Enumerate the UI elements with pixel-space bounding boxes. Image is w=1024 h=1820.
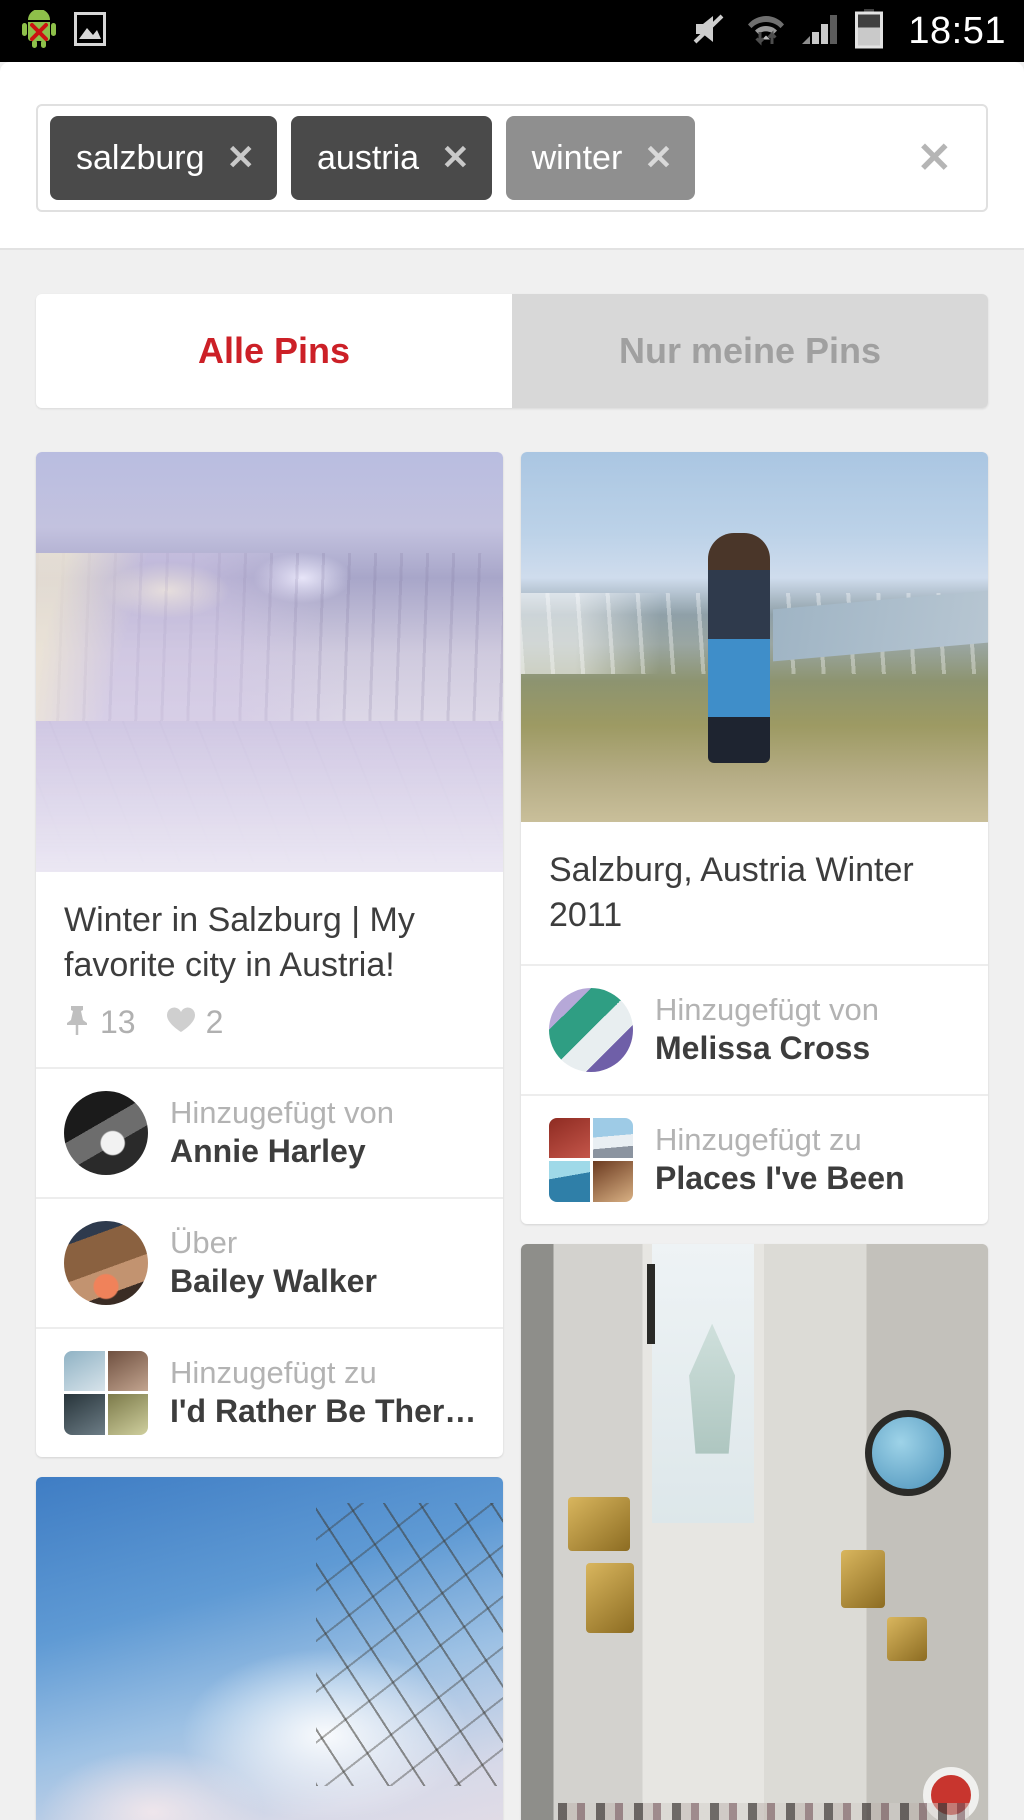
pin-grid-column-right: Salzburg, Austria Winter 2011 Hinzugefüg… (521, 452, 988, 1820)
attribution-kicker: Hinzugefügt zu (655, 1122, 862, 1158)
pin-title: Winter in Salzburg | My favorite city in… (64, 901, 415, 984)
attribution-texts: Hinzugefügt zu I'd Rather Be Ther… (170, 1354, 475, 1431)
pin-attribution-about[interactable]: Über Bailey Walker (36, 1196, 503, 1327)
guild-sign-shape (887, 1616, 928, 1661)
repin-count: 13 (100, 1003, 136, 1040)
pins-filter-tabs: Alle Pins Nur meine Pins (36, 294, 988, 408)
repin-stat: 13 (64, 1004, 136, 1041)
attribution-texts: Hinzugefügt zu Places I've Been (655, 1121, 960, 1198)
heart-icon (166, 1006, 196, 1039)
person-shape (707, 533, 770, 763)
pin-title: Salzburg, Austria Winter 2011 (549, 851, 914, 934)
like-count: 2 (205, 1003, 224, 1040)
pin-image-salzburg-viewpoint[interactable] (521, 452, 988, 822)
status-bar-system-icons: 18:51 (692, 8, 1006, 54)
guild-sign-shape (841, 1550, 886, 1609)
search-chip-label: winter (531, 139, 623, 177)
pin-attribution-added-by[interactable]: Hinzugefügt von Melissa Cross (521, 963, 988, 1094)
battery-icon (854, 8, 884, 54)
pin-card[interactable]: Winter in Salzburg | My favorite city in… (36, 452, 503, 1457)
pin-grid-column-left: Winter in Salzburg | My favorite city in… (36, 452, 503, 1820)
search-chip-winter[interactable]: winter ✕ (505, 116, 695, 200)
gallery-image-icon (74, 11, 106, 51)
avatar[interactable] (549, 987, 633, 1072)
guild-sign-shape (586, 1563, 635, 1634)
board-name: Places I've Been (655, 1160, 905, 1197)
attribution-texts: Hinzugefügt von Annie Harley (170, 1094, 475, 1171)
attribution-name: Bailey Walker (170, 1263, 377, 1300)
avatar[interactable] (64, 1220, 148, 1305)
attribution-kicker: Hinzugefügt zu (170, 1355, 377, 1391)
board-name: I'd Rather Be Ther… (170, 1393, 475, 1430)
close-icon[interactable]: ✕ (227, 141, 256, 175)
tabs-region: Alle Pins Nur meine Pins (0, 250, 1024, 408)
search-chip-label: austria (317, 139, 420, 177)
guild-sign-shape (567, 1496, 630, 1551)
search-chip-label: salzburg (76, 139, 205, 177)
board-thumbnail[interactable] (549, 1117, 633, 1202)
pin-attribution-added-to-board[interactable]: Hinzugefügt zu Places I've Been (521, 1093, 988, 1224)
search-bar-region: salzburg ✕ austria ✕ winter ✕ ✕ (0, 62, 1024, 250)
attribution-kicker: Hinzugefügt von (655, 992, 880, 1028)
volume-muted-icon (692, 11, 732, 52)
attribution-kicker: Über (170, 1225, 238, 1261)
tab-nur-meine-pins[interactable]: Nur meine Pins (512, 294, 988, 408)
status-bar-notifications (22, 8, 106, 53)
pin-attribution-added-by[interactable]: Hinzugefügt von Annie Harley (36, 1066, 503, 1197)
wifi-data-transfer-icon (746, 10, 786, 53)
avatar[interactable] (64, 1090, 148, 1175)
android-robot-icon (22, 8, 56, 53)
pin-card[interactable] (36, 1476, 503, 1820)
like-stat: 2 (166, 1003, 224, 1041)
search-input-box[interactable]: salzburg ✕ austria ✕ winter ✕ ✕ (36, 104, 988, 212)
circular-guild-sign-icon (864, 1410, 951, 1497)
search-chip-austria[interactable]: austria ✕ (291, 116, 492, 200)
board-thumbnail[interactable] (64, 1350, 148, 1435)
river-shape (773, 590, 988, 662)
lamp-post-shape (647, 1263, 656, 1344)
attribution-name: Annie Harley (170, 1133, 366, 1170)
app-screen: salzburg ✕ austria ✕ winter ✕ ✕ Alle Pin… (0, 62, 1024, 1820)
pin-attribution-added-to-board[interactable]: Hinzugefügt zu I'd Rather Be Ther… (36, 1326, 503, 1457)
cellular-signal-icon (800, 10, 840, 53)
search-chip-salzburg[interactable]: salzburg ✕ (50, 116, 278, 200)
clear-search-icon[interactable]: ✕ (891, 137, 974, 179)
pin-grid: Winter in Salzburg | My favorite city in… (0, 408, 1024, 1820)
pushpin-icon (64, 1004, 90, 1041)
close-icon[interactable]: ✕ (644, 141, 673, 175)
pin-card[interactable]: Salzburg, Austria Winter 2011 Hinzugefüg… (521, 452, 988, 1224)
attribution-name: Melissa Cross (655, 1030, 871, 1067)
status-bar: 18:51 (0, 0, 1024, 62)
tab-alle-pins[interactable]: Alle Pins (36, 294, 512, 408)
search-chip-list: salzburg ✕ austria ✕ winter ✕ (50, 116, 891, 200)
pin-stats: 13 2 (36, 998, 503, 1067)
close-icon[interactable]: ✕ (441, 141, 470, 175)
attribution-kicker: Hinzugefügt von (170, 1095, 395, 1131)
pin-card[interactable] (521, 1243, 988, 1820)
status-bar-clock: 18:51 (908, 10, 1006, 52)
pin-image-snowy-salzburg[interactable] (36, 452, 503, 872)
attribution-texts: Hinzugefügt von Melissa Cross (655, 991, 960, 1068)
crowd-shape (558, 1803, 970, 1820)
pin-image-snow-covered-branches[interactable] (36, 1476, 503, 1820)
attribution-texts: Über Bailey Walker (170, 1224, 475, 1301)
pin-image-getreidegasse-street[interactable] (521, 1243, 988, 1820)
